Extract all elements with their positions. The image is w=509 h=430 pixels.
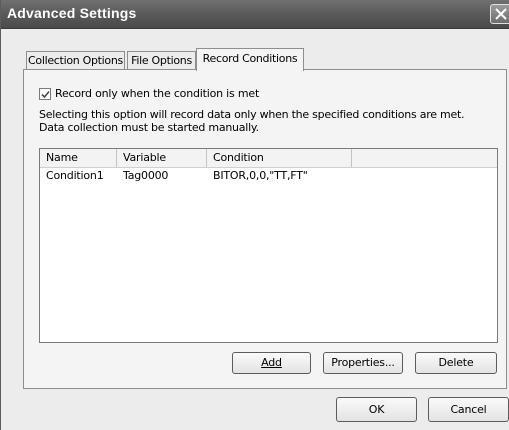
properties-button-label: Properties... (331, 356, 395, 369)
add-button[interactable]: Add (232, 352, 311, 374)
tab-file-options[interactable]: File Options (127, 51, 196, 69)
add-button-label: Add (261, 356, 282, 369)
delete-button[interactable]: Delete (415, 352, 497, 374)
description-text: Selecting this option will record data o… (39, 108, 499, 134)
column-header-empty (352, 149, 497, 167)
advanced-settings-dialog: Advanced Settings Collection Options Fil… (0, 0, 509, 430)
checkmark-icon (41, 90, 50, 99)
table-row[interactable]: Condition1 Tag0000 BITOR,0,0,"TT,FT" (40, 168, 497, 184)
cancel-button[interactable]: Cancel (428, 397, 509, 422)
title-bar[interactable]: Advanced Settings (1, 0, 509, 29)
tab-record-conditions[interactable]: Record Conditions (196, 48, 304, 71)
close-button[interactable] (490, 4, 509, 24)
ok-button[interactable]: OK (336, 397, 417, 422)
column-header-variable[interactable]: Variable (117, 149, 207, 167)
tab-collection-options[interactable]: Collection Options (26, 51, 125, 69)
list-header: Name Variable Condition (40, 149, 497, 168)
properties-button[interactable]: Properties... (323, 352, 403, 374)
cell-variable: Tag0000 (123, 169, 169, 182)
column-header-condition[interactable]: Condition (207, 149, 352, 167)
cell-condition: BITOR,0,0,"TT,FT" (213, 169, 308, 182)
description-line: Data collection must be started manually… (39, 121, 259, 134)
description-line: Selecting this option will record data o… (39, 108, 465, 121)
record-condition-label[interactable]: Record only when the condition is met (55, 87, 259, 100)
record-condition-checkbox[interactable] (39, 88, 51, 100)
column-header-name[interactable]: Name (40, 149, 117, 167)
cell-name: Condition1 (46, 169, 104, 182)
delete-button-label: Delete (438, 356, 474, 369)
conditions-list[interactable]: Name Variable Condition Condition1 Tag00… (39, 148, 498, 343)
window-title: Advanced Settings (7, 5, 137, 21)
